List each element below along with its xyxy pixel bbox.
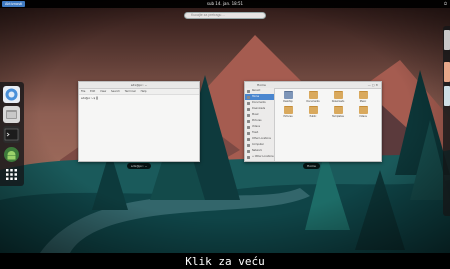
folder-item[interactable]: Videos bbox=[354, 106, 372, 118]
menu-edit[interactable]: Edit bbox=[90, 90, 95, 93]
dash-item-android[interactable] bbox=[3, 146, 20, 163]
terminal-prompt[interactable]: sdx@pc:~$ ▌ bbox=[79, 95, 199, 102]
dash-item-files[interactable] bbox=[3, 106, 20, 123]
folder-item[interactable]: Desktop bbox=[279, 91, 297, 103]
folder-icon bbox=[308, 91, 318, 99]
browser-icon bbox=[5, 88, 18, 101]
path-bar-home[interactable]: Home bbox=[257, 83, 266, 87]
power-icon[interactable]: ⏻ bbox=[444, 0, 447, 8]
dash-item-terminal[interactable] bbox=[3, 126, 20, 143]
folder-item[interactable]: Public bbox=[304, 106, 322, 118]
folder-item[interactable]: Downloads bbox=[329, 91, 347, 103]
window-controls-icon[interactable]: — ▢ ✕ bbox=[368, 82, 378, 88]
folder-icon bbox=[283, 91, 293, 99]
terminal-window-caption: sdx@pc: ~ bbox=[127, 163, 152, 169]
menu-search[interactable]: Search bbox=[111, 90, 120, 93]
files-icon bbox=[6, 110, 17, 119]
folder-label: Downloads bbox=[331, 100, 345, 103]
caption-bar: Klik za veću bbox=[0, 253, 450, 269]
folder-label: Pictures bbox=[283, 115, 293, 118]
workspace-thumb[interactable] bbox=[444, 30, 450, 50]
files-sidebar: Recent Home Documents Downloads Music Picture… bbox=[245, 88, 275, 161]
top-bar: Aktivnosti sub 14. jan. 18:51 ⏻ bbox=[0, 0, 450, 8]
grid-icon bbox=[6, 169, 17, 180]
sidebar-item[interactable]: Connect bbox=[245, 160, 274, 161]
files-window-caption: Home bbox=[303, 163, 320, 169]
folder-icon bbox=[333, 106, 343, 114]
folder-item[interactable]: Pictures bbox=[279, 106, 297, 118]
files-window[interactable]: Home — ▢ ✕ Recent Home Documents Downloads M… bbox=[244, 81, 382, 162]
folder-icon bbox=[283, 106, 293, 114]
folder-label: Music bbox=[359, 100, 367, 103]
show-apps-button[interactable] bbox=[3, 166, 20, 183]
folder-icon bbox=[308, 106, 318, 114]
folder-item[interactable]: Templates bbox=[329, 106, 347, 118]
folder-label: Public bbox=[309, 115, 317, 118]
workspace-thumb[interactable] bbox=[444, 62, 450, 82]
clock[interactable]: sub 14. jan. 18:51 bbox=[0, 0, 450, 8]
wallpaper bbox=[0, 0, 450, 253]
workspace-thumb[interactable] bbox=[444, 86, 450, 106]
folder-item[interactable]: Documents bbox=[304, 91, 322, 103]
android-icon bbox=[4, 147, 19, 162]
dash bbox=[0, 82, 24, 186]
folder-item[interactable]: Music bbox=[354, 91, 372, 103]
menu-view[interactable]: View bbox=[100, 90, 106, 93]
terminal-icon bbox=[4, 128, 19, 141]
menu-help[interactable]: Help bbox=[141, 90, 147, 93]
terminal-window[interactable]: sdx@pc: ~ File Edit View Search Terminal… bbox=[78, 81, 200, 162]
workspace-switcher bbox=[443, 26, 450, 216]
search-input[interactable] bbox=[184, 12, 266, 19]
folder-label: Videos bbox=[359, 115, 367, 118]
window-title: sdx@pc: ~ bbox=[79, 82, 199, 89]
desktop-screen: Aktivnosti sub 14. jan. 18:51 ⏻ ⌕ bbox=[0, 0, 450, 253]
caption-text: Klik za veću bbox=[185, 255, 265, 268]
folder-label: Desktop bbox=[283, 100, 293, 103]
folder-label: Documents bbox=[306, 100, 320, 103]
folder-label: Templates bbox=[332, 115, 344, 118]
dash-item-browser[interactable] bbox=[3, 86, 20, 103]
menu-file[interactable]: File bbox=[81, 90, 85, 93]
folder-icon bbox=[358, 106, 368, 114]
folder-icon bbox=[358, 91, 368, 99]
menu-terminal[interactable]: Terminal bbox=[125, 90, 136, 93]
folder-icon bbox=[333, 91, 343, 99]
